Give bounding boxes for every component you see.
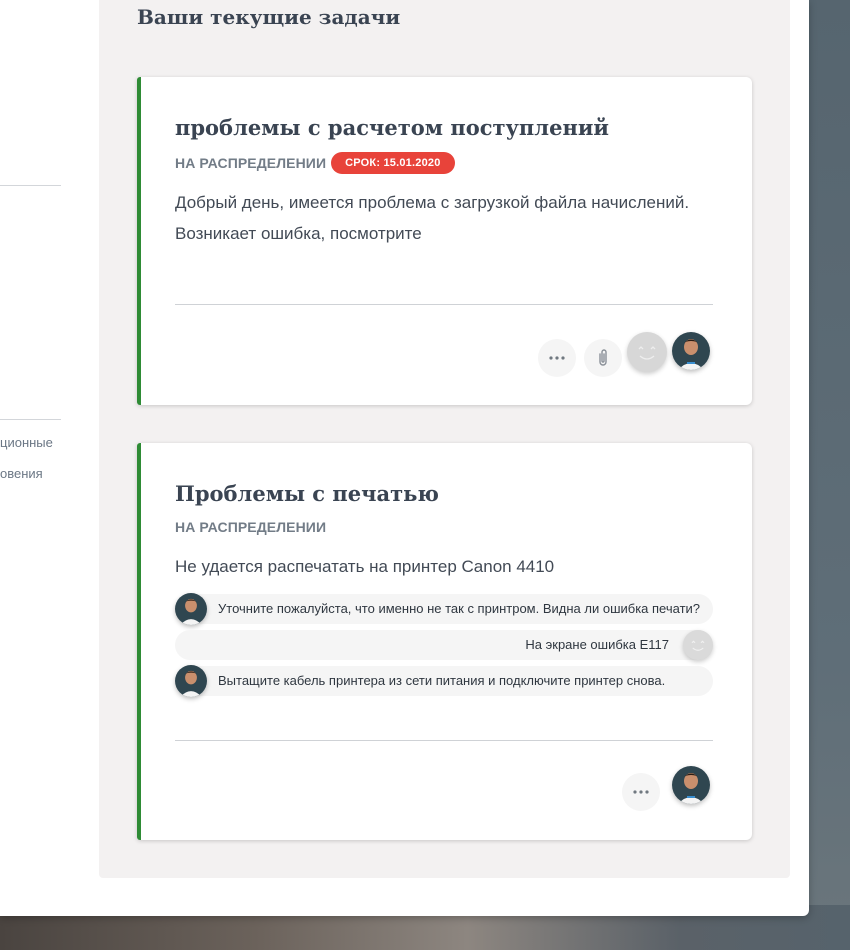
- chat-message-text: Уточните пожалуйста, что именно не так с…: [218, 601, 701, 616]
- smiley-face-icon: [691, 640, 705, 651]
- more-icon: [633, 790, 649, 794]
- app-window: ционные овения Ваши текущие задачи пробл…: [0, 0, 809, 916]
- agent-avatar: [175, 593, 207, 625]
- task-title[interactable]: проблемы с расчетом поступлений: [175, 115, 609, 140]
- chat-message-user: На экране ошибка E117: [175, 630, 713, 660]
- sidebar: ционные овения: [0, 0, 99, 916]
- more-options-button[interactable]: [622, 773, 660, 811]
- tasks-panel: Ваши текущие задачи проблемы с расчетом …: [99, 0, 790, 878]
- chat-message-agent: Вытащите кабель принтера из сети питания…: [175, 665, 713, 697]
- task-title[interactable]: Проблемы с печатью: [175, 481, 439, 506]
- task-status-row: НА РАСПРЕДЕЛЕНИИ: [175, 519, 326, 535]
- card-divider: [175, 740, 713, 741]
- agent-avatar: [175, 665, 207, 697]
- task-description: Добрый день, имеется проблема с загрузко…: [175, 193, 690, 243]
- user-avatar[interactable]: [672, 766, 710, 804]
- user-photo: [672, 332, 710, 370]
- chat-message-agent: Уточните пожалуйста, что именно не так с…: [175, 593, 713, 625]
- smiley-avatar[interactable]: [627, 332, 667, 372]
- more-icon: [549, 356, 565, 360]
- card-divider: [175, 304, 713, 305]
- user-photo: [672, 766, 710, 804]
- task-description: Не удается распечатать на принтер Canon …: [175, 557, 555, 576]
- sidebar-divider: [0, 185, 61, 186]
- more-options-button[interactable]: [538, 339, 576, 377]
- status-label: НА РАСПРЕДЕЛЕНИИ: [175, 155, 327, 171]
- smiley-face-icon: [638, 346, 656, 360]
- sidebar-divider: [0, 419, 61, 420]
- chat-message-text: Вытащите кабель принтера из сети питания…: [218, 673, 666, 688]
- status-label: НА РАСПРЕДЕЛЕНИИ: [175, 519, 327, 535]
- task-card[interactable]: Проблемы с печатью НА РАСПРЕДЕЛЕНИИ Не у…: [137, 443, 752, 840]
- task-card[interactable]: проблемы с расчетом поступлений НА РАСПР…: [137, 77, 752, 405]
- section-title: Ваши текущие задачи: [137, 5, 401, 29]
- paperclip-icon: [599, 349, 607, 366]
- sidebar-link[interactable]: ционные: [0, 435, 53, 450]
- user-avatar[interactable]: [672, 332, 710, 370]
- attach-file-button[interactable]: [584, 339, 622, 377]
- sidebar-link[interactable]: овения: [0, 466, 43, 481]
- deadline-badge: СРОК: 15.01.2020: [331, 152, 455, 174]
- task-status-row: НА РАСПРЕДЕЛЕНИИ СРОК: 15.01.2020: [175, 152, 455, 174]
- chat-message-text: На экране ошибка E117: [525, 637, 669, 652]
- smiley-avatar: [683, 630, 713, 660]
